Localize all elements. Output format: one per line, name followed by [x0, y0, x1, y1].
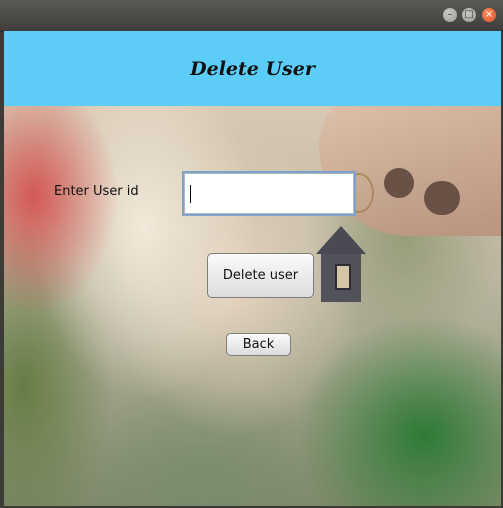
- maximize-icon[interactable]: □: [462, 8, 476, 22]
- page-title: Delete User: [190, 58, 315, 80]
- delete-user-button[interactable]: Delete user: [207, 253, 314, 298]
- house-keychain: [316, 226, 366, 306]
- back-button[interactable]: Back: [226, 333, 291, 356]
- text-caret: [190, 185, 191, 203]
- window-content: Delete User Enter User id Delete user Ba…: [4, 31, 501, 506]
- header-banner: Delete User: [4, 31, 501, 106]
- background-image: [4, 106, 501, 506]
- window-titlebar: – □ ×: [0, 0, 503, 32]
- close-icon[interactable]: ×: [482, 8, 496, 22]
- user-id-field-frame[interactable]: [182, 171, 356, 216]
- finger-shadow: [384, 168, 414, 198]
- user-id-input[interactable]: [184, 173, 354, 214]
- user-id-label: Enter User id: [54, 184, 139, 199]
- minimize-icon[interactable]: –: [443, 8, 457, 22]
- finger-shadow: [424, 181, 460, 215]
